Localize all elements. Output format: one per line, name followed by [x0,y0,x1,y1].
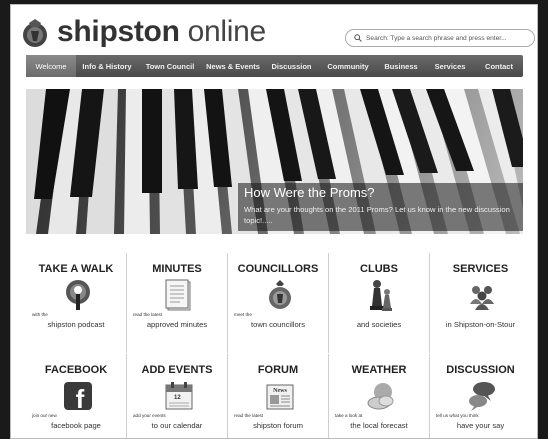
calendar-icon: 12 [165,382,193,410]
nav-item-community[interactable]: Community [319,55,377,77]
tile-small-text: meet the [234,312,252,317]
hero-slide[interactable]: How Were the Proms? What are your though… [26,89,523,234]
tile-small-text: read the latest [234,413,264,418]
people-icon [470,286,494,310]
tile-small-text: take a look at [335,413,363,418]
tile-title: COUNCILLORS [237,263,319,275]
feature-tiles: TAKE A WALK with the shipston podcast MI… [26,253,531,438]
search-input[interactable] [366,34,532,42]
search-box[interactable] [345,29,535,47]
tile-title: MINUTES [152,263,202,275]
tile-title: FACEBOOK [44,364,108,376]
site-title[interactable]: shipston online [57,15,266,49]
nav-item-news-events[interactable]: News & Events [202,55,264,77]
tile-small-text: read the latest [133,312,163,317]
tile-small-text: join our new [32,413,57,418]
newspaper-icon: News [266,384,294,410]
tile-facebook[interactable]: FACEBOOK f join our new facebook page [26,354,127,438]
page-frame: shipston online Welcome Info & History T… [10,4,538,439]
site-header: shipston online [11,5,537,55]
tile-take-a-walk[interactable]: TAKE A WALK with the shipston podcast [26,253,127,353]
calendar-day: 12 [174,395,181,401]
nav-item-services[interactable]: Services [425,55,475,77]
chess-icon [370,280,392,311]
tile-forum[interactable]: FORUM News read the latest shipston foru… [228,354,329,438]
hero-subtitle: What are your thoughts on the 2011 Proms… [244,205,510,225]
facebook-glyph: f [76,384,85,413]
tile-title: DISCUSSION [446,364,515,376]
tile-link-text: facebook page [51,421,101,430]
hero-caption: How Were the Proms? What are your though… [238,183,523,231]
tile-add-events[interactable]: ADD EVENTS 12 add your events to our cal… [127,354,228,438]
site-title-light: online [179,15,267,48]
tile-councillors[interactable]: COUNCILLORS meet the town councillors [228,253,329,353]
weather-icon [367,383,394,410]
tile-title: TAKE A WALK [38,263,114,275]
nav-item-info-history[interactable]: Info & History [76,55,138,77]
tile-services[interactable]: SERVICES in Shipston-on-Stour [430,253,531,353]
main-nav: Welcome Info & History Town Council News… [26,55,523,77]
tile-discussion[interactable]: DISCUSSION tell us what you think have y… [430,354,531,438]
tile-weather[interactable]: WEATHER take a look at the local forecas… [329,354,430,438]
nav-item-discussion[interactable]: Discussion [264,55,319,77]
tile-clubs[interactable]: CLUBS and societies [329,253,430,353]
tile-minutes[interactable]: MINUTES read the latest approved minutes [127,253,228,353]
tile-link-text: the local forecast [350,421,408,430]
tile-title: ADD EVENTS [141,364,213,376]
site-title-bold: shipston [57,15,180,48]
nav-item-welcome[interactable]: Welcome [26,55,76,77]
tile-title: WEATHER [351,364,407,376]
tile-link-text: approved minutes [146,320,208,329]
tile-link-text: have your say [456,421,505,430]
tile-link-text: and societies [356,320,402,329]
hero-title[interactable]: How Were the Proms? [244,185,517,201]
site-logo-icon[interactable] [19,17,51,49]
tile-small-text: with the [32,312,48,317]
tile-link-text: shipston forum [253,421,303,430]
document-icon [165,279,191,311]
newspaper-masthead: News [273,388,287,394]
tile-link-text: town councillors [250,320,306,329]
nav-item-business[interactable]: Business [377,55,425,77]
tile-link-text: shipston podcast [47,320,105,329]
tile-title: FORUM [257,364,299,376]
tile-small-text: add your events [133,413,166,418]
nav-item-contact[interactable]: Contact [475,55,523,77]
speech-bubbles-icon [469,382,495,411]
podcast-icon [66,280,90,310]
tile-link-text: to our calendar [151,421,203,430]
nav-item-town-council[interactable]: Town Council [138,55,202,77]
tile-small-text: tell us what you think [436,413,479,418]
tile-link-text: in Shipston-on-Stour [445,320,516,329]
crest-icon [269,280,291,309]
tile-title: SERVICES [452,263,509,275]
facebook-icon: f [64,382,92,413]
search-icon [354,34,362,42]
tile-title: CLUBS [360,263,398,275]
